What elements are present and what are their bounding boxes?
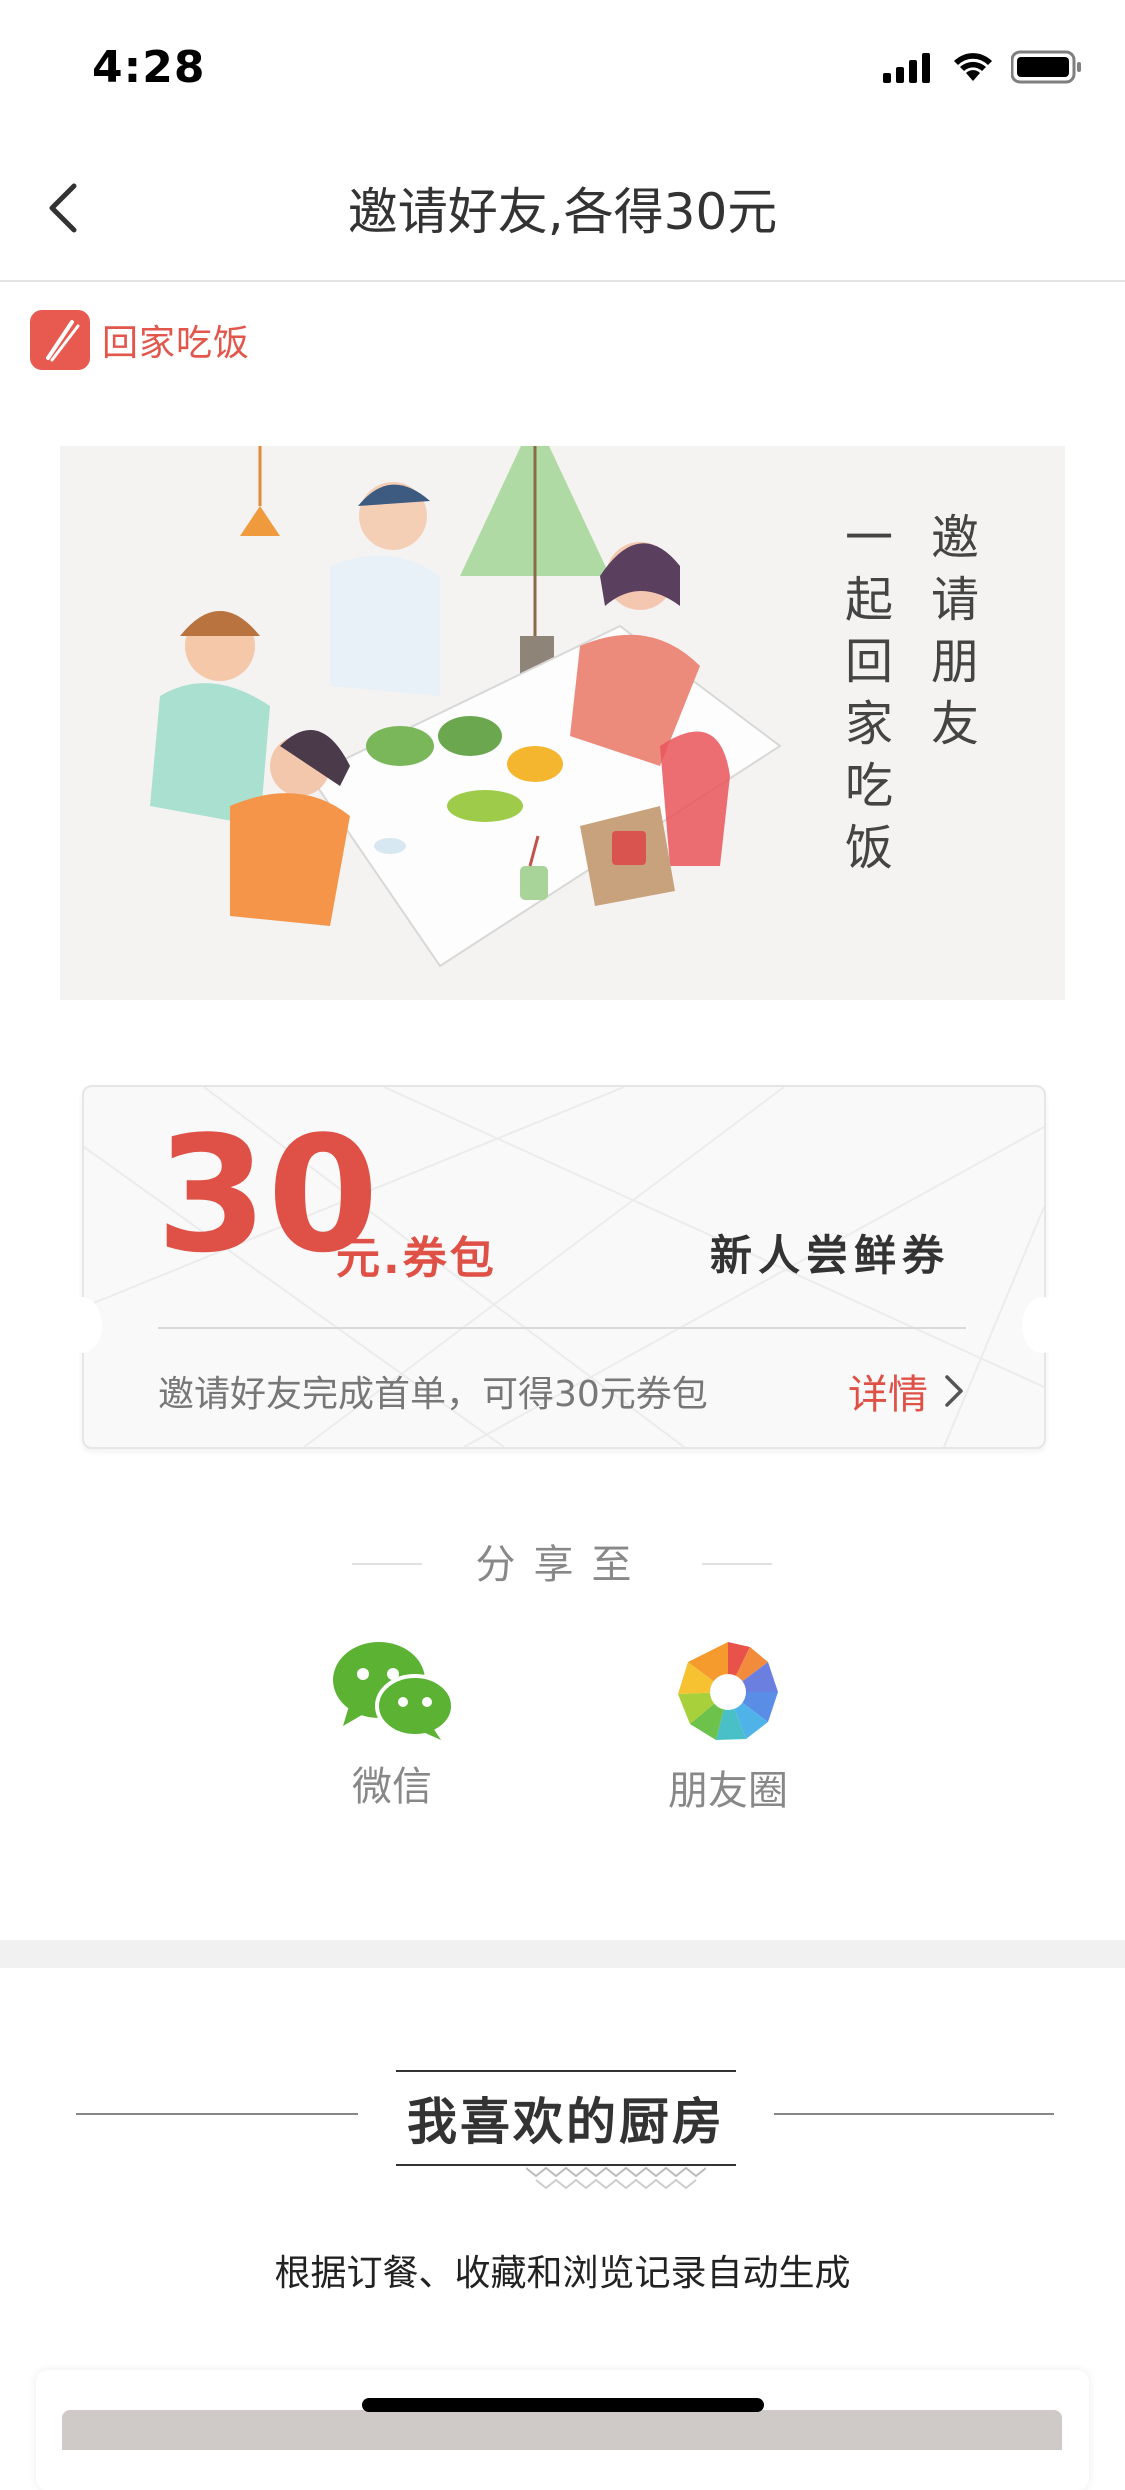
banner-headline-right: 邀请朋友 xyxy=(922,512,978,760)
kitchen-card-image xyxy=(62,2410,1062,2450)
banner-headline-left: 一起回家吃饭 xyxy=(836,512,892,884)
brand-logo xyxy=(30,310,90,370)
share-divider-right xyxy=(702,1563,772,1565)
chopsticks-icon xyxy=(46,320,80,362)
invite-banner: 邀请朋友 一起回家吃饭 xyxy=(60,446,1065,1000)
status-time: 4:28 xyxy=(92,42,206,93)
coupon-detail-link[interactable]: 详情 xyxy=(848,1362,966,1420)
coupon-name: 新人尝鲜券 xyxy=(710,1231,951,1280)
wifi-icon xyxy=(954,53,992,81)
fav-divider-right xyxy=(774,2113,1054,2115)
chevron-right-icon xyxy=(945,1375,963,1407)
coupon-description: 邀请好友完成首单，可得30元券包 xyxy=(158,1374,708,1415)
favorites-title: 我喜欢的厨房 xyxy=(396,2070,736,2166)
moments-icon xyxy=(678,1642,778,1740)
share-moments-button[interactable]: 朋友圈 xyxy=(628,1640,828,1816)
section-separator xyxy=(0,1940,1125,1968)
fav-divider-left xyxy=(76,2113,358,2115)
coupon-notch-right xyxy=(1022,1297,1062,1353)
share-wechat-button[interactable]: 微信 xyxy=(292,1640,492,1812)
coupon-divider xyxy=(158,1327,966,1329)
page-title: 邀请好友,各得30元 xyxy=(347,183,778,241)
zigzag-decoration xyxy=(526,2166,706,2190)
status-icons xyxy=(883,50,1083,84)
coupon-unit: 元.券包 xyxy=(336,1233,497,1284)
favorites-subtitle: 根据订餐、收藏和浏览记录自动生成 xyxy=(274,2253,851,2294)
coupon-detail-label: 详情 xyxy=(848,1372,928,1418)
share-title: 分享至 xyxy=(475,1542,650,1588)
brand: 回家吃饭 xyxy=(30,310,250,370)
family-dinner-illustration xyxy=(150,446,782,968)
signal-icon xyxy=(883,53,930,83)
home-indicator xyxy=(362,2398,764,2412)
wechat-icon xyxy=(333,1642,455,1740)
share-moments-label: 朋友圈 xyxy=(668,1768,788,1814)
brand-name: 回家吃饭 xyxy=(102,323,251,364)
coupon-notch-left xyxy=(62,1297,102,1353)
battery-icon xyxy=(1011,50,1081,84)
share-wechat-label: 微信 xyxy=(352,1764,432,1810)
